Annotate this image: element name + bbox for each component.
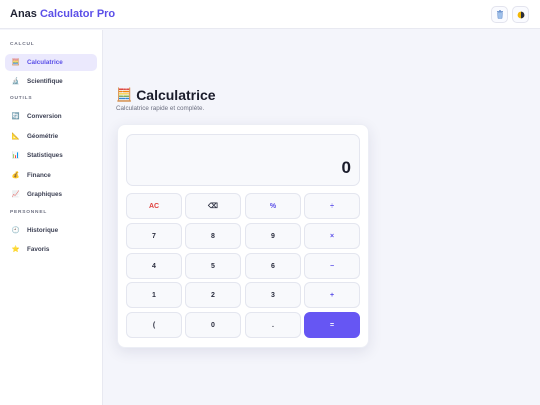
sidebar-item-geometrie[interactable]: 📐 Géométrie — [5, 128, 97, 145]
page-subtitle: Calculatrice rapide et complète. — [116, 105, 205, 112]
clock-icon: 🕘 — [11, 227, 20, 234]
section-label-outils: OUTILS — [10, 96, 33, 101]
key-add[interactable]: + — [304, 282, 360, 308]
sidebar-item-label: Finance — [27, 172, 51, 179]
app-header: Anas Calculator Pro — [0, 0, 540, 29]
microscope-icon: 🔬 — [11, 78, 20, 85]
display-value: 0 — [341, 158, 351, 177]
key-7[interactable]: 7 — [126, 223, 182, 249]
theme-toggle-icon — [517, 11, 524, 18]
page-title: 🧮 Calculatrice — [116, 87, 216, 103]
sidebar-item-historique[interactable]: 🕘 Historique — [5, 222, 97, 239]
abacus-icon: 🧮 — [116, 87, 133, 102]
sidebar-item-statistiques[interactable]: 📊 Statistiques — [5, 147, 97, 164]
key-8[interactable]: 8 — [185, 223, 241, 249]
sidebar-item-calculatrice[interactable]: 🧮 Calculatrice — [5, 54, 97, 71]
key-all-clear[interactable]: AC — [126, 193, 182, 219]
sidebar-item-scientifique[interactable]: 🔬 Scientifique — [5, 73, 97, 90]
sidebar-item-label: Favoris — [27, 246, 50, 253]
trash-icon — [496, 10, 503, 19]
key-divide[interactable]: ÷ — [304, 193, 360, 219]
bar-chart-icon: 📊 — [11, 152, 20, 159]
calculator-card: 0 AC ⌫ % ÷ 7 8 9 × 4 5 6 − 1 2 3 + ( 0 .… — [117, 124, 369, 348]
sidebar-item-finance[interactable]: 💰 Finance — [5, 167, 97, 184]
key-6[interactable]: 6 — [245, 253, 301, 279]
key-0[interactable]: 0 — [185, 312, 241, 338]
sidebar-item-label: Conversion — [27, 113, 62, 120]
line-chart-icon: 📈 — [11, 191, 20, 198]
calculator-display: 0 — [126, 134, 360, 186]
section-label-calcul: CALCUL — [10, 42, 35, 47]
sidebar-item-conversion[interactable]: 🔄 Conversion — [5, 108, 97, 125]
key-open-paren[interactable]: ( — [126, 312, 182, 338]
brand-accent: Calculator Pro — [39, 8, 116, 20]
key-backspace[interactable]: ⌫ — [185, 193, 241, 219]
section-label-personnel: PERSONNEL — [10, 210, 48, 215]
page-heading: Calculatrice — [136, 87, 216, 103]
abacus-icon: 🧮 — [11, 59, 20, 66]
key-subtract[interactable]: − — [304, 253, 360, 279]
sidebar-item-label: Calculatrice — [27, 59, 63, 66]
key-decimal[interactable]: . — [245, 312, 301, 338]
theme-toggle-button[interactable] — [512, 6, 529, 23]
star-icon: ⭐ — [11, 246, 20, 253]
sidebar-item-graphiques[interactable]: 📈 Graphiques — [5, 186, 97, 203]
key-2[interactable]: 2 — [185, 282, 241, 308]
key-5[interactable]: 5 — [185, 253, 241, 279]
key-1[interactable]: 1 — [126, 282, 182, 308]
sidebar-item-label: Historique — [27, 227, 59, 234]
sidebar-item-favoris[interactable]: ⭐ Favoris — [5, 241, 97, 258]
triangle-ruler-icon: 📐 — [11, 133, 20, 140]
sidebar: CALCUL 🧮 Calculatrice 🔬 Scientifique OUT… — [0, 30, 103, 405]
convert-icon: 🔄 — [11, 113, 20, 120]
sidebar-item-label: Scientifique — [27, 78, 63, 85]
money-bag-icon: 💰 — [11, 172, 20, 179]
key-multiply[interactable]: × — [304, 223, 360, 249]
sidebar-item-label: Statistiques — [27, 152, 63, 159]
key-equals[interactable]: = — [304, 312, 360, 338]
brand-name: Anas — [10, 8, 37, 20]
key-percent[interactable]: % — [245, 193, 301, 219]
key-3[interactable]: 3 — [245, 282, 301, 308]
app-brand: Anas Calculator Pro — [10, 8, 115, 20]
clear-history-button[interactable] — [491, 6, 508, 23]
sidebar-item-label: Géométrie — [27, 133, 59, 140]
sidebar-item-label: Graphiques — [27, 191, 62, 198]
key-4[interactable]: 4 — [126, 253, 182, 279]
key-9[interactable]: 9 — [245, 223, 301, 249]
